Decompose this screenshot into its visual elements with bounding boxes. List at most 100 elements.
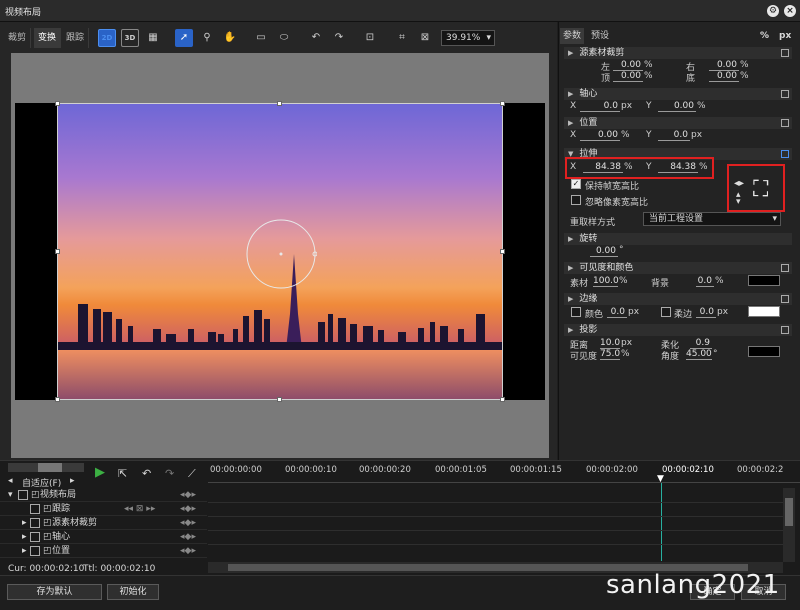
keyframe-nav-icon[interactable]: ◂◆▸ [180, 488, 196, 502]
zoom-select[interactable]: 39.91% ▾ [441, 30, 495, 46]
stretch-x-field[interactable]: 84.38 [583, 162, 623, 173]
resize-handle-l[interactable] [55, 249, 60, 254]
anchor-y-field[interactable]: 0.00 [658, 101, 696, 112]
section-rotation[interactable]: ▶ 旋转 [564, 233, 792, 245]
copy-icon[interactable] [781, 326, 789, 334]
resize-handle-br[interactable] [500, 397, 505, 402]
tab-crop[interactable]: 裁剪 [4, 28, 32, 48]
track-area[interactable] [208, 488, 783, 562]
resize-handle-t[interactable] [277, 101, 282, 106]
resize-handle-r[interactable] [500, 249, 505, 254]
crop-alt-icon[interactable]: ⊠ [416, 29, 434, 47]
arrow-icon[interactable]: ➚ [175, 29, 193, 47]
crop-bottom-field[interactable]: 0.00 [709, 71, 739, 82]
rect-icon[interactable]: ▭ [252, 29, 270, 47]
fit-icon[interactable]: ⊡ [361, 29, 379, 47]
tab-track[interactable]: 跟踪 [62, 28, 90, 48]
rotation-field[interactable]: 0.00 [590, 246, 618, 257]
resample-select[interactable]: 当前工程设置 ▾ [643, 212, 781, 226]
ignore-pixel-checkbox[interactable] [571, 195, 581, 205]
graph-icon[interactable]: ⟋ [188, 467, 196, 481]
redo-icon[interactable]: ↷ [165, 467, 174, 480]
track-tools-icon[interactable]: ◂◂ ⊠ ▸▸ [124, 502, 155, 516]
section-position[interactable]: ▶ 位置 [564, 117, 792, 129]
crop-right-field[interactable]: 0.00 [709, 60, 739, 71]
scrollbar-thumb[interactable] [785, 498, 793, 526]
border-color-checkbox[interactable] [571, 307, 581, 317]
shadow-soften-field[interactable]: 0.9 [690, 338, 712, 349]
resize-handle-tr[interactable] [500, 101, 505, 106]
copy-icon[interactable] [781, 49, 789, 57]
section-visibility[interactable]: ▶ 可见度和颜色 [564, 262, 792, 274]
crop-icon[interactable]: ⌗ [393, 29, 411, 47]
redo-icon[interactable]: ↷ [330, 29, 348, 47]
track-row[interactable]: ▸ ◰ 位置 ◂◆▸ [0, 544, 207, 558]
crop-top-field[interactable]: 0.00 [613, 71, 643, 82]
initialize-button[interactable]: 初始化 [107, 584, 159, 600]
position-y-field[interactable]: 0.0 [658, 130, 690, 141]
keyframe-nav-icon[interactable]: ◂◆▸ [180, 544, 196, 558]
resize-handle-bl[interactable] [55, 397, 60, 402]
border-color-swatch[interactable] [748, 306, 780, 317]
shadow-visibility-field[interactable]: 75.0 [600, 349, 620, 360]
anchor-x-field[interactable]: 0.0 [580, 101, 620, 112]
close-icon[interactable]: × [784, 5, 796, 17]
keyframe-nav-icon[interactable]: ◂◆▸ [180, 502, 196, 516]
track-enable-checkbox[interactable] [30, 504, 40, 514]
copy-icon[interactable] [781, 264, 789, 272]
shadow-distance-field[interactable]: 10.0 [600, 338, 620, 349]
track-row[interactable]: ▸ ◰ 轴心 ◂◆▸ [0, 530, 207, 544]
rotation-circle[interactable] [245, 218, 317, 290]
unit-px-toggle[interactable]: px [779, 31, 791, 41]
hand-icon[interactable]: ✋ [221, 29, 239, 47]
undo-icon[interactable]: ↶ [142, 467, 151, 480]
mode-3d-button[interactable]: 3D [121, 29, 139, 47]
crop-left-field[interactable]: 0.00 [613, 60, 643, 71]
track-row[interactable]: ▾ ◰ 视频布局 ◂◆▸ [0, 488, 207, 502]
border-soft-checkbox[interactable] [661, 307, 671, 317]
track-enable-checkbox[interactable] [18, 490, 28, 500]
play-icon[interactable]: ▶ [95, 465, 105, 480]
background-color-swatch[interactable] [748, 275, 780, 286]
section-source-crop[interactable]: ▶ 源素材裁剪 [564, 47, 792, 59]
track-enable-checkbox[interactable] [30, 518, 40, 528]
vertical-scrollbar[interactable] [783, 488, 795, 562]
track-row[interactable]: ▸ ◰ 源素材裁剪 ◂◆▸ [0, 516, 207, 530]
mode-2d-button[interactable]: 2D [98, 29, 116, 47]
magnifier-icon[interactable]: ⚲ [198, 29, 216, 47]
tab-transform[interactable]: 变换 [34, 28, 62, 48]
copy-icon[interactable] [781, 295, 789, 303]
section-border[interactable]: ▶ 边缘 [564, 293, 792, 305]
track-row[interactable]: ◰ 跟踪 ◂◂ ⊠ ▸▸ ◂◆▸ [0, 502, 207, 516]
shadow-angle-field[interactable]: 45.00 [686, 349, 712, 360]
shadow-color-swatch[interactable] [748, 346, 780, 357]
border-color-field[interactable]: 0.0 [607, 307, 627, 318]
tab-params[interactable]: 参数 [560, 28, 585, 44]
save-default-button[interactable]: 存为默认 [7, 584, 102, 600]
material-field[interactable]: 100.0 [593, 276, 619, 287]
position-x-field[interactable]: 0.00 [580, 130, 620, 141]
copy-icon[interactable] [781, 150, 789, 158]
grid-icon[interactable]: ▦ [144, 29, 162, 47]
flip-vertical-icon[interactable]: ▴ ▾ [736, 191, 741, 207]
background-field[interactable]: 0.0 [696, 276, 714, 287]
keep-aspect-checkbox[interactable]: ✓ [571, 179, 581, 189]
chevron-left-icon[interactable]: ◂ [8, 476, 13, 486]
track-enable-checkbox[interactable] [30, 532, 40, 542]
slider-thumb[interactable] [38, 463, 62, 472]
unit-percent-toggle[interactable]: % [760, 31, 769, 41]
fullscreen-icon[interactable]: ⛶ [753, 178, 768, 202]
flip-horizontal-icon[interactable]: ◂▸ [734, 178, 744, 189]
section-shadow[interactable]: ▶ 投影 [564, 324, 792, 336]
section-anchor[interactable]: ▶ 轴心 [564, 88, 792, 100]
resize-handle-tl[interactable] [55, 101, 60, 106]
chevron-right-icon[interactable]: ▸ [70, 476, 75, 486]
loop-icon[interactable]: ⇱ [118, 467, 127, 480]
copy-icon[interactable] [781, 90, 789, 98]
undo-icon[interactable]: ↶ [307, 29, 325, 47]
ellipse-icon[interactable]: ⬭ [275, 29, 293, 47]
track-enable-checkbox[interactable] [30, 546, 40, 556]
border-soft-field[interactable]: 0.0 [696, 307, 716, 318]
copy-icon[interactable] [781, 119, 789, 127]
stretch-y-field[interactable]: 84.38 [658, 162, 698, 173]
